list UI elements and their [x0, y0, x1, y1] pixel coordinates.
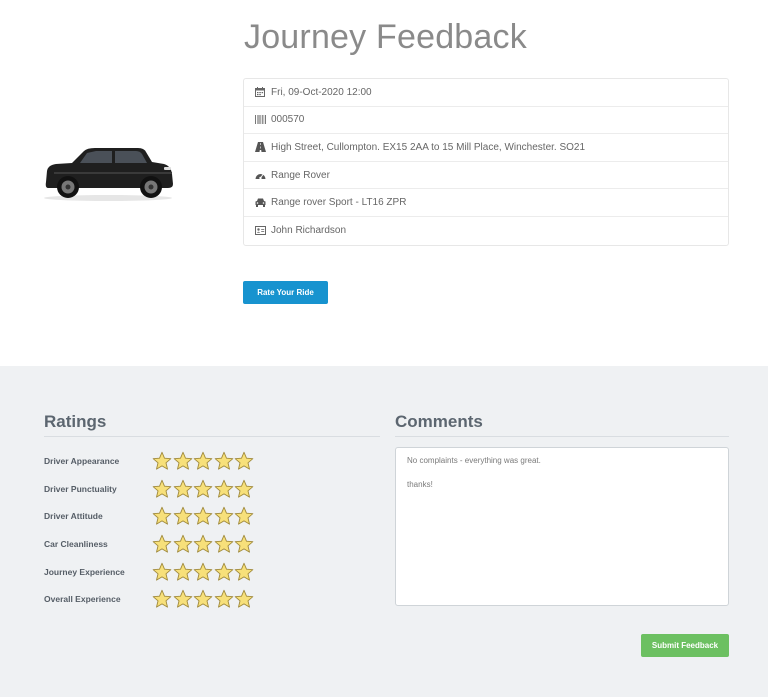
star-rating	[152, 506, 255, 526]
star-icon[interactable]	[193, 479, 213, 499]
vehicle-model-row: Range rover Sport - LT16 ZPR	[244, 189, 728, 217]
star-icon[interactable]	[152, 562, 172, 582]
star-icon[interactable]	[234, 479, 254, 499]
star-rating	[152, 589, 255, 609]
comments-textarea[interactable]	[395, 447, 729, 606]
barcode-icon	[254, 114, 266, 126]
rating-row-journey-experience: Journey Experience	[44, 560, 384, 584]
route-row: High Street, Cullompton. EX15 2AA to 15 …	[244, 134, 728, 162]
star-icon[interactable]	[152, 589, 172, 609]
star-icon[interactable]	[214, 506, 234, 526]
star-icon[interactable]	[193, 562, 213, 582]
ratings-title: Ratings	[44, 412, 107, 431]
rating-row-overall-experience: Overall Experience	[44, 587, 384, 611]
journey-date-row: Fri, 09-Oct-2020 12:00	[244, 79, 728, 107]
booking-ref-row: 000570	[244, 107, 728, 135]
star-rating	[152, 479, 255, 499]
rating-row-driver-attitude: Driver Attitude	[44, 504, 384, 528]
submit-feedback-button[interactable]: Submit Feedback	[641, 634, 729, 657]
star-icon[interactable]	[234, 589, 254, 609]
star-icon[interactable]	[152, 506, 172, 526]
star-icon[interactable]	[193, 534, 213, 554]
star-icon[interactable]	[234, 534, 254, 554]
booking-reference: 000570	[271, 114, 305, 126]
ratings-divider	[44, 436, 380, 437]
star-icon[interactable]	[152, 534, 172, 554]
rating-label: Journey Experience	[44, 567, 125, 577]
calendar-icon	[254, 86, 266, 98]
vehicle-type: Range Rover	[271, 169, 330, 181]
star-icon[interactable]	[173, 479, 193, 499]
id-card-icon	[254, 225, 266, 237]
star-icon[interactable]	[193, 589, 213, 609]
star-icon[interactable]	[214, 479, 234, 499]
star-icon[interactable]	[214, 534, 234, 554]
star-icon[interactable]	[234, 451, 254, 471]
comments-title: Comments	[395, 412, 483, 431]
vehicle-type-row: Range Rover	[244, 162, 728, 190]
rating-label: Driver Punctuality	[44, 484, 117, 494]
star-icon[interactable]	[173, 451, 193, 471]
star-rating	[152, 534, 255, 554]
driver-row: John Richardson	[244, 217, 728, 245]
rate-your-ride-button[interactable]: Rate Your Ride	[243, 281, 328, 304]
star-icon[interactable]	[173, 534, 193, 554]
star-icon[interactable]	[152, 451, 172, 471]
star-icon[interactable]	[214, 589, 234, 609]
star-icon[interactable]	[193, 451, 213, 471]
star-icon[interactable]	[234, 506, 254, 526]
rating-label: Overall Experience	[44, 594, 121, 604]
star-icon[interactable]	[234, 562, 254, 582]
journey-date: Fri, 09-Oct-2020 12:00	[271, 86, 372, 98]
rating-label: Driver Appearance	[44, 456, 120, 466]
vehicle-model: Range rover Sport - LT16 ZPR	[271, 197, 407, 209]
star-icon[interactable]	[193, 506, 213, 526]
dashboard-icon	[254, 169, 266, 181]
driver-name: John Richardson	[271, 225, 347, 237]
star-icon[interactable]	[214, 451, 234, 471]
page-title: Journey Feedback	[244, 18, 527, 56]
star-icon[interactable]	[173, 506, 193, 526]
road-icon	[254, 141, 266, 153]
journey-details-list: Fri, 09-Oct-2020 12:00 000570 High Stree…	[243, 78, 729, 246]
car-icon	[254, 197, 266, 209]
rating-row-driver-punctuality: Driver Punctuality	[44, 477, 384, 501]
vehicle-image	[44, 148, 173, 201]
rating-label: Car Cleanliness	[44, 539, 108, 549]
star-icon[interactable]	[152, 479, 172, 499]
comments-divider	[395, 436, 729, 437]
route-text: High Street, Cullompton. EX15 2AA to 15 …	[271, 141, 586, 153]
star-icon[interactable]	[173, 562, 193, 582]
star-icon[interactable]	[214, 562, 234, 582]
rating-label: Driver Attitude	[44, 511, 103, 521]
star-rating	[152, 451, 255, 471]
star-rating	[152, 562, 255, 582]
rating-row-car-cleanliness: Car Cleanliness	[44, 532, 384, 556]
rating-row-driver-appearance: Driver Appearance	[44, 449, 384, 473]
star-icon[interactable]	[173, 589, 193, 609]
